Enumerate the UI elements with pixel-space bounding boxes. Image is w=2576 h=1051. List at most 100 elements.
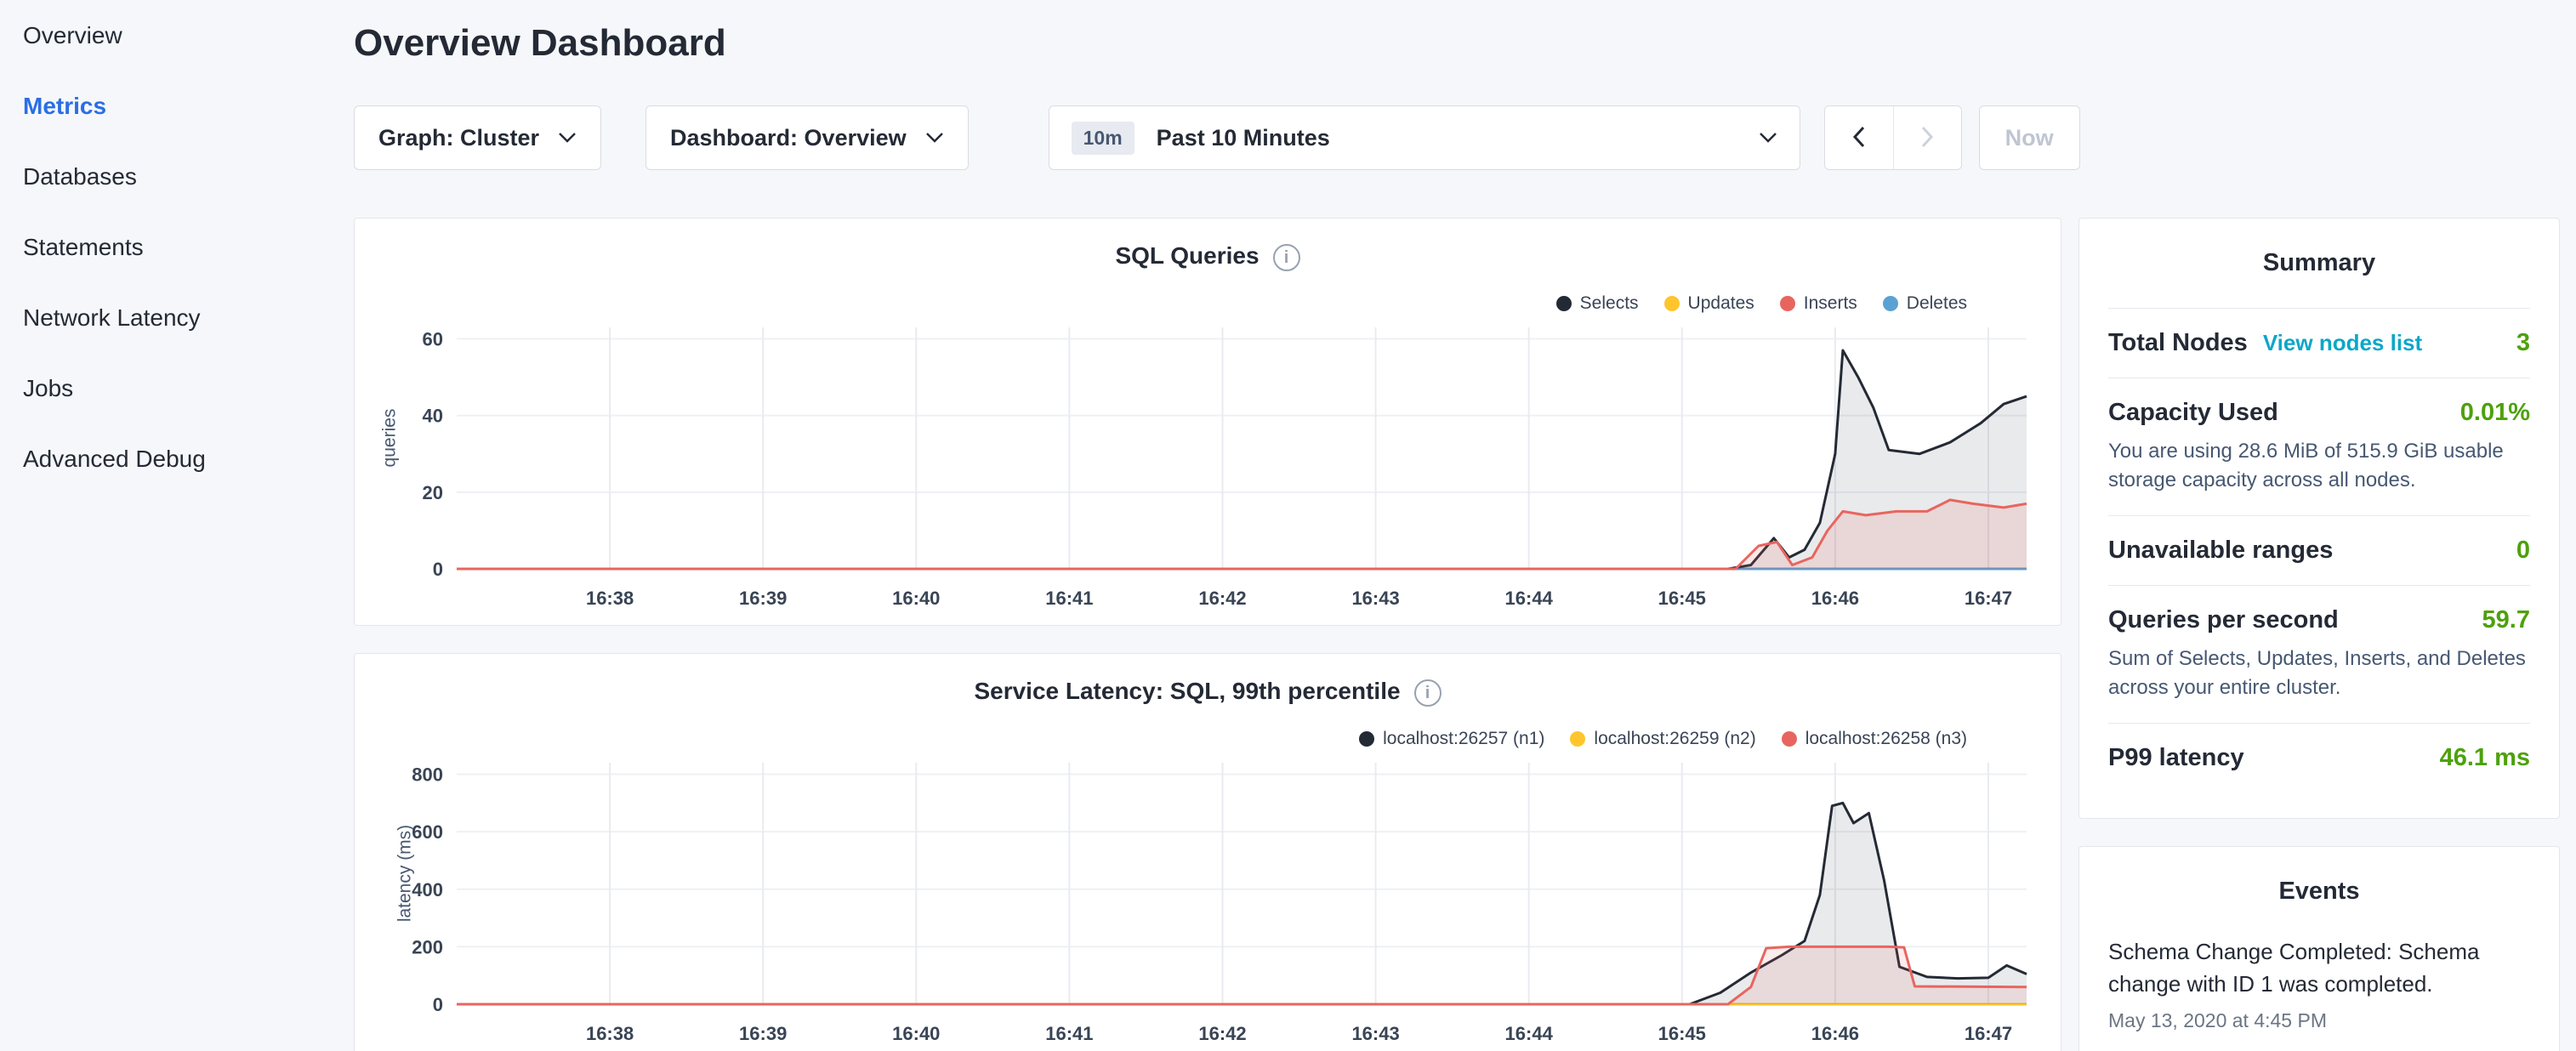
svg-text:16:41: 16:41 (1045, 1023, 1093, 1044)
svg-text:0: 0 (433, 994, 443, 1015)
service-latency-chart-canvas[interactable]: 0 200 400 600 800 16:38 16:39 16:40 16:41 16:42 16… (372, 746, 2044, 1051)
svg-text:16:45: 16:45 (1658, 1023, 1706, 1044)
dashboard-body: SQL Queriesi Selects Updates (354, 218, 2560, 1051)
charts-column: SQL Queriesi Selects Updates (354, 218, 2061, 1051)
series-dot-icon (1570, 731, 1585, 747)
event-list-item[interactable]: Schema Change Completed: Schema change w… (2108, 936, 2530, 1031)
summary-description: Sum of Selects, Updates, Inserts, and De… (2108, 645, 2530, 702)
svg-text:16:38: 16:38 (586, 588, 634, 609)
svg-text:16:46: 16:46 (1811, 1023, 1859, 1044)
time-step-forward-button[interactable] (1893, 106, 1961, 169)
chevron-left-icon (1852, 126, 1866, 151)
summary-title: Summary (2108, 249, 2530, 277)
svg-text:400: 400 (412, 879, 443, 900)
svg-text:16:39: 16:39 (739, 1023, 787, 1044)
summary-row-capacity: Capacity Used 0.01% You are using 28.6 M… (2108, 378, 2530, 515)
time-range-label: Past 10 Minutes (1157, 125, 1330, 151)
time-step-back-button[interactable] (1825, 106, 1893, 169)
svg-text:0: 0 (433, 559, 443, 580)
time-range-badge: 10m (1072, 122, 1134, 155)
summary-label: Capacity Used (2108, 399, 2278, 427)
dashboard-dropdown-label: Dashboard: Overview (670, 125, 907, 151)
events-panel: Events Schema Change Completed: Schema c… (2078, 846, 2560, 1051)
now-button[interactable]: Now (1979, 105, 2080, 170)
info-icon[interactable]: i (1414, 679, 1442, 707)
summary-value: 0.01% (2460, 399, 2530, 427)
page-title: Overview Dashboard (354, 20, 2560, 66)
svg-text:16:44: 16:44 (1505, 588, 1554, 609)
svg-text:16:38: 16:38 (586, 1023, 634, 1044)
sql-queries-chart-canvas[interactable]: 0 20 40 60 16:38 16:39 16:40 16:41 16:42 16:43 16:… (372, 310, 2044, 620)
svg-text:16:45: 16:45 (1658, 588, 1706, 609)
app-root: Overview Metrics Databases Statements Ne… (0, 0, 2576, 1051)
svg-text:16:44: 16:44 (1505, 1023, 1554, 1044)
svg-text:16:40: 16:40 (892, 588, 940, 609)
sidebar-item-databases[interactable]: Databases (0, 141, 354, 212)
time-step-buttons (1824, 105, 1962, 170)
graph-scope-dropdown[interactable]: Graph: Cluster (354, 105, 601, 170)
svg-text:16:41: 16:41 (1045, 588, 1093, 609)
svg-text:16:43: 16:43 (1351, 1023, 1399, 1044)
svg-text:60: 60 (423, 329, 443, 350)
chevron-down-icon (1759, 132, 1777, 144)
events-title: Events (2108, 878, 2530, 906)
svg-text:20: 20 (423, 482, 443, 503)
svg-text:16:40: 16:40 (892, 1023, 940, 1044)
time-range-selector[interactable]: 10m Past 10 Minutes (1049, 105, 1800, 170)
svg-text:40: 40 (423, 406, 443, 427)
service-latency-panel: Service Latency: SQL, 99th percentilei l… (354, 653, 2061, 1051)
summary-panel: Summary Total Nodes View nodes list 3 Ca… (2078, 218, 2560, 819)
info-icon[interactable]: i (1273, 244, 1300, 271)
series-dot-icon (1782, 731, 1797, 747)
svg-text:16:43: 16:43 (1351, 588, 1399, 609)
summary-label: P99 latency (2108, 744, 2244, 772)
sidebar-item-jobs[interactable]: Jobs (0, 353, 354, 423)
svg-text:16:47: 16:47 (1965, 588, 2012, 609)
sql-queries-chart-title: SQL Queriesi (355, 242, 2061, 271)
sidebar-item-statements[interactable]: Statements (0, 212, 354, 282)
svg-text:16:46: 16:46 (1811, 588, 1859, 609)
svg-text:16:42: 16:42 (1198, 1023, 1246, 1044)
svg-text:16:47: 16:47 (1965, 1023, 2012, 1044)
svg-text:200: 200 (412, 936, 443, 957)
svg-text:600: 600 (412, 821, 443, 843)
dashboard-controls: Graph: Cluster Dashboard: Overview 10m P… (354, 105, 2560, 170)
service-latency-chart-title: Service Latency: SQL, 99th percentilei (355, 678, 2061, 707)
summary-value: 3 (2516, 329, 2530, 357)
summary-row-p99-latency: P99 latency 46.1 ms (2108, 723, 2530, 793)
summary-value: 59.7 (2482, 606, 2530, 634)
summary-row-qps: Queries per second 59.7 Sum of Selects, … (2108, 585, 2530, 723)
chevron-right-icon (1920, 126, 1934, 151)
series-dot-icon (1780, 296, 1795, 311)
summary-value: 0 (2516, 537, 2530, 565)
svg-text:800: 800 (412, 764, 443, 786)
event-timestamp: May 13, 2020 at 4:45 PM (2108, 1009, 2530, 1032)
chevron-down-icon (925, 132, 944, 144)
series-dot-icon (1883, 296, 1898, 311)
summary-row-unavailable-ranges: Unavailable ranges 0 (2108, 515, 2530, 585)
sidebar-item-metrics[interactable]: Metrics (0, 71, 354, 141)
svg-text:16:42: 16:42 (1198, 588, 1246, 609)
dashboard-dropdown[interactable]: Dashboard: Overview (645, 105, 969, 170)
summary-value: 46.1 ms (2440, 744, 2530, 772)
summary-label: Total Nodes (2108, 329, 2248, 357)
view-nodes-list-link[interactable]: View nodes list (2263, 330, 2422, 356)
sidebar: Overview Metrics Databases Statements Ne… (0, 0, 354, 1051)
summary-label: Queries per second (2108, 606, 2339, 634)
series-dot-icon (1664, 296, 1680, 311)
svg-text:16:39: 16:39 (739, 588, 787, 609)
sql-queries-panel: SQL Queriesi Selects Updates (354, 218, 2061, 626)
event-text: Schema Change Completed: Schema change w… (2108, 936, 2530, 1000)
summary-label: Unavailable ranges (2108, 537, 2333, 565)
sidebar-item-network-latency[interactable]: Network Latency (0, 282, 354, 353)
chevron-down-icon (558, 132, 577, 144)
summary-row-total-nodes: Total Nodes View nodes list 3 (2108, 308, 2530, 378)
series-dot-icon (1556, 296, 1572, 311)
series-dot-icon (1359, 731, 1374, 747)
main-content: Overview Dashboard Graph: Cluster Dashbo… (354, 0, 2576, 1051)
sidebar-item-overview[interactable]: Overview (0, 0, 354, 71)
graph-scope-label: Graph: Cluster (378, 125, 539, 151)
sidebar-item-advanced-debug[interactable]: Advanced Debug (0, 423, 354, 494)
summary-description: You are using 28.6 MiB of 515.9 GiB usab… (2108, 437, 2530, 495)
right-column: Summary Total Nodes View nodes list 3 Ca… (2078, 218, 2560, 1051)
